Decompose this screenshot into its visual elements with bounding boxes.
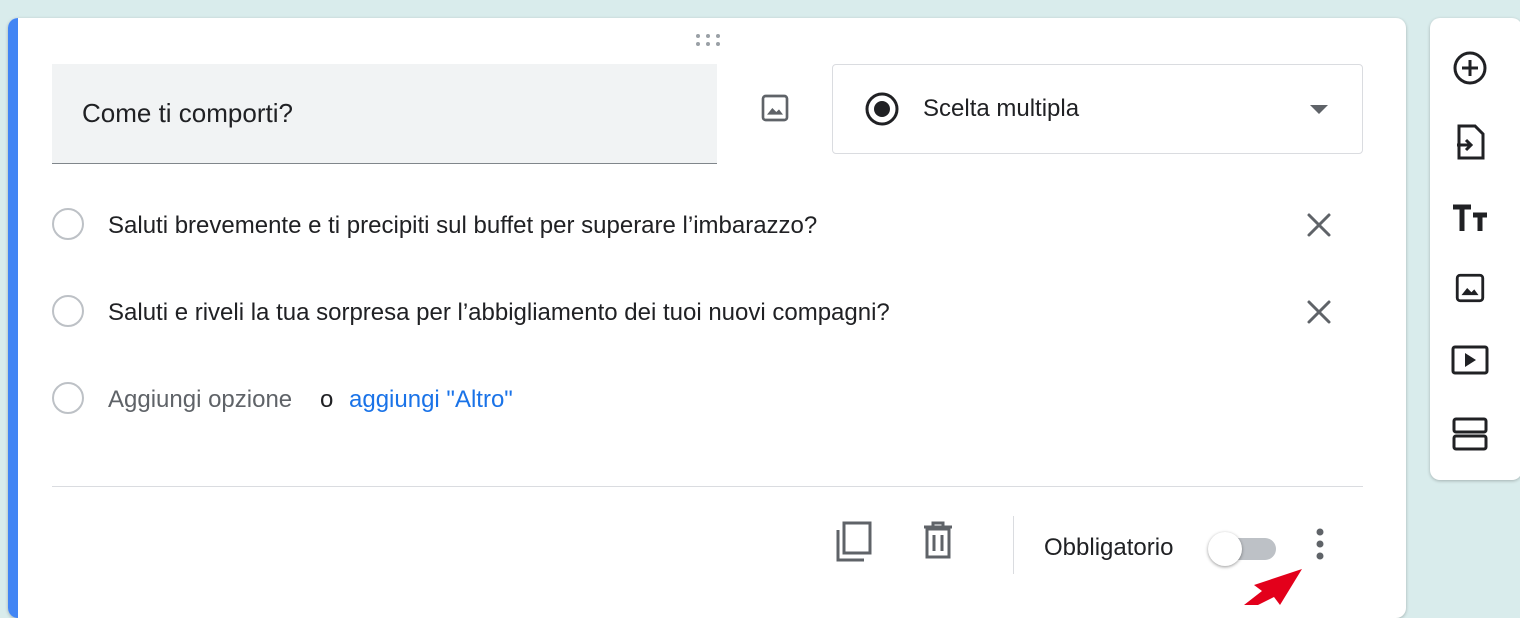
required-toggle[interactable] [1208,530,1278,566]
radio-circle-icon [52,382,84,414]
image-icon [761,94,789,122]
trash-icon [924,521,952,559]
add-video-icon [1451,345,1489,375]
annotation-arrow [1244,569,1302,605]
more-options-icon[interactable] [1308,526,1332,562]
import-questions-button[interactable] [1450,122,1490,162]
option-row[interactable]: Saluti e riveli la tua sorpresa per l’ab… [52,293,1372,333]
option-label[interactable]: Saluti brevemente e ti precipiti sul buf… [108,212,817,240]
chevron-down-icon [1310,105,1328,114]
radio-circle-icon [52,295,84,327]
question-card[interactable]: Come ti comporti? Scelta multipla Saluti… [8,18,1406,618]
active-accent-bar [8,18,18,618]
footer-separator [1013,516,1014,574]
question-title-input[interactable]: Come ti comporti? [52,64,717,164]
add-other-link[interactable]: aggiungi "Altro" [349,386,513,414]
add-question-icon [1453,51,1487,85]
or-label: o [320,386,334,413]
question-title-text: Come ti comporti? [82,98,293,128]
add-image-toolbar-button[interactable] [1450,268,1490,308]
duplicate-button[interactable] [834,520,874,564]
option-row[interactable]: Saluti brevemente e ti precipiti sul buf… [52,206,1372,246]
add-image-button[interactable] [758,91,792,125]
radio-circle-icon [52,208,84,240]
close-icon[interactable] [1302,208,1336,242]
option-label[interactable]: Saluti e riveli la tua sorpresa per l’ab… [108,299,890,327]
drag-handle-icon[interactable] [694,32,722,48]
add-title-button[interactable] [1450,198,1490,238]
question-type-label: Scelta multipla [923,95,1080,122]
question-type-dropdown[interactable]: Scelta multipla [832,64,1363,154]
add-section-icon [1452,417,1488,451]
footer-divider [52,486,1363,487]
delete-button[interactable] [920,520,956,560]
add-video-button[interactable] [1450,340,1490,380]
add-option-row: Aggiungi opzione o aggiungi "Altro" [52,380,1372,420]
add-question-button[interactable] [1450,48,1490,88]
import-questions-icon [1457,124,1485,160]
add-image-icon [1455,273,1485,303]
add-section-button[interactable] [1450,414,1490,454]
toggle-thumb [1208,532,1242,566]
copy-icon [836,521,872,562]
add-option-button[interactable]: Aggiungi opzione [108,386,292,414]
side-toolbar [1430,18,1520,480]
radio-button-icon [865,92,899,126]
add-title-icon [1453,204,1487,231]
required-label: Obbligatorio [1044,534,1174,561]
close-icon[interactable] [1302,295,1336,329]
